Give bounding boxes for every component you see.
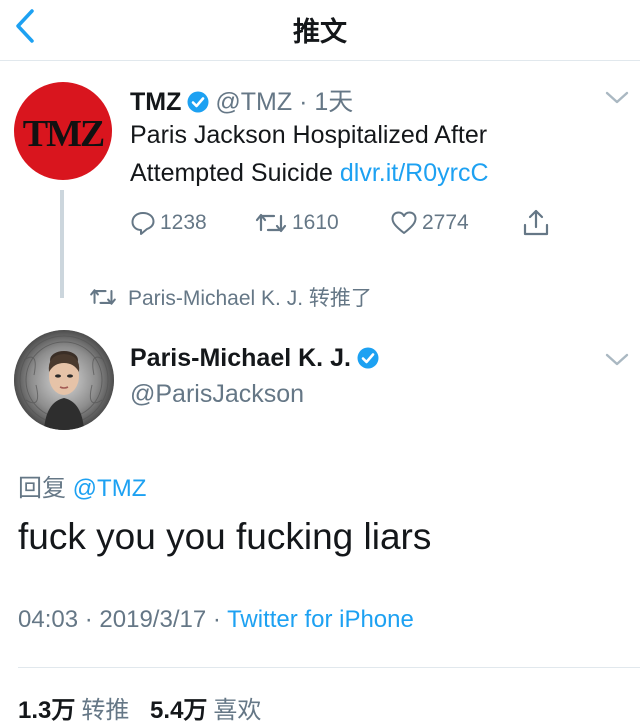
reply-handle-link[interactable]: @TMZ	[73, 475, 147, 502]
share-button[interactable]	[522, 208, 554, 238]
tweet-options-button[interactable]	[604, 352, 630, 368]
tweet-link[interactable]: dlvr.it/R0yrcC	[340, 159, 489, 187]
meta-dot: ·	[84, 606, 93, 633]
meta-dot: ·	[212, 606, 221, 633]
share-icon	[523, 209, 549, 236]
retweet-icon	[255, 213, 287, 233]
retweets-stat[interactable]: 1.3万 转推	[18, 697, 143, 724]
tweet-author-header: Paris-Michael K. J.	[130, 344, 385, 376]
reply-prefix: 回复	[18, 475, 66, 502]
tweet-options-button[interactable]	[604, 90, 630, 106]
quoted-tweet-header: TMZ @TMZ · 1天	[130, 82, 353, 120]
like-count: 2774	[422, 211, 469, 234]
author-handle[interactable]: @ParisJackson	[130, 380, 304, 409]
verified-badge-icon	[357, 347, 379, 376]
reply-icon	[131, 212, 155, 235]
tweet-time: 04:03	[18, 606, 79, 633]
avatar-paris-jackson[interactable]	[14, 330, 114, 430]
likes-stat[interactable]: 5.4万 喜欢	[150, 697, 275, 724]
page-title: 推文	[293, 17, 347, 47]
avatar-tmz[interactable]: TMZ	[14, 82, 112, 180]
profile-photo	[14, 330, 114, 430]
tweet-source-link[interactable]: Twitter for iPhone	[227, 606, 414, 633]
reply-button[interactable]: 1238	[130, 208, 207, 238]
author-name[interactable]: TMZ	[130, 88, 181, 116]
heart-icon	[391, 211, 417, 234]
quoted-tweet-text: Paris Jackson Hospitalized After Attempt…	[130, 116, 600, 192]
retweets-count: 1.3万	[18, 697, 76, 724]
likes-count: 5.4万	[150, 697, 208, 724]
chevron-down-icon	[605, 91, 629, 104]
tweet-date: 2019/3/17	[99, 606, 207, 633]
replying-to: 回复 @TMZ	[18, 468, 146, 503]
tweet-stats: 1.3万 转推 5.4万 喜欢	[18, 690, 275, 725]
reply-count: 1238	[160, 211, 207, 234]
tweet-meta: 04:03 · 2019/3/17 · Twitter for iPhone	[18, 606, 414, 634]
author-handle[interactable]: @TMZ	[215, 88, 292, 116]
likes-label: 喜欢	[213, 697, 262, 724]
retweet-context-label: Paris-Michael K. J. 转推了	[128, 287, 372, 310]
retweet-count: 1610	[292, 211, 339, 234]
author-name[interactable]: Paris-Michael K. J.	[130, 344, 351, 372]
retweet-button[interactable]: 1610	[254, 208, 339, 238]
retweets-label: 转推	[81, 697, 130, 724]
tweet-time: · 1天	[299, 88, 354, 116]
divider	[18, 667, 640, 668]
retweet-icon	[90, 289, 116, 305]
tweet-actions: 1238 1610 2774	[130, 208, 570, 238]
thread-connector	[60, 190, 64, 298]
like-button[interactable]: 2774	[390, 208, 469, 238]
chevron-down-icon	[605, 353, 629, 366]
tmz-logo: TMZ	[22, 113, 106, 155]
retweet-context[interactable]: Paris-Michael K. J. 转推了	[88, 282, 372, 312]
tweet-text: fuck you you fucking liars	[18, 516, 432, 557]
